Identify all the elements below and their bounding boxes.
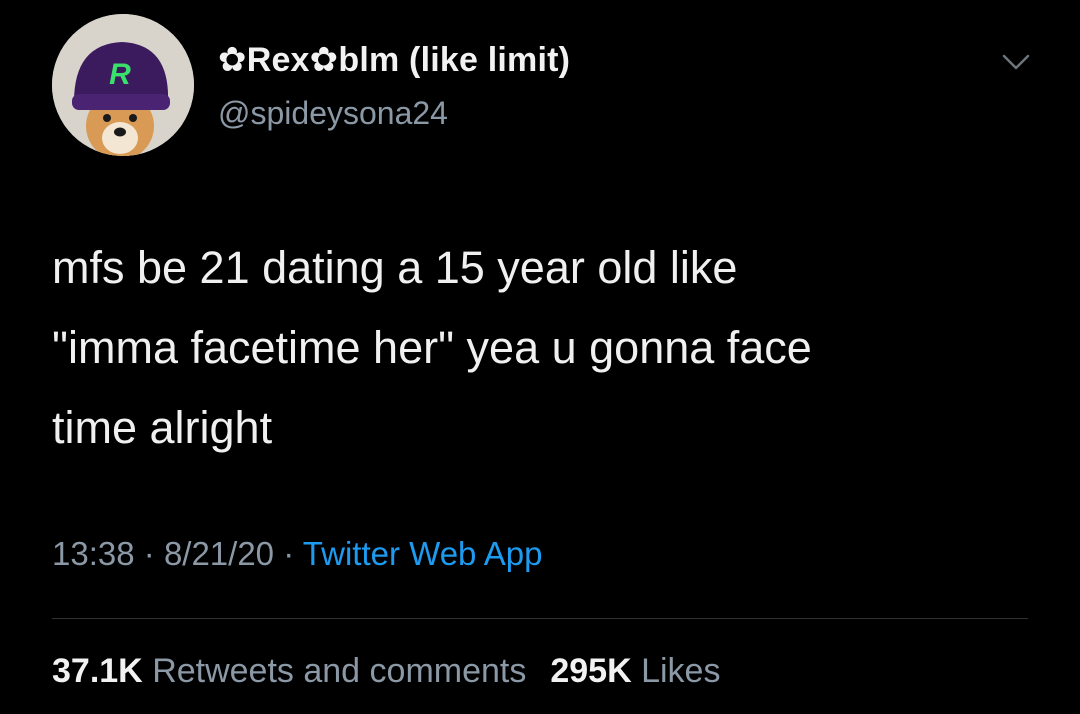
tweet-meta: 13:38 · 8/21/20 · Twitter Web App (52, 535, 542, 573)
author-display-name[interactable]: ✿Rex✿blm (like limit) (218, 40, 570, 80)
tweet-time: 13:38 (52, 535, 135, 572)
meta-separator: · (143, 535, 155, 572)
tweet-stats: 37.1K Retweets and comments 295K Likes (52, 652, 720, 691)
tweet-text-line: "imma facetime her" yea u gonna face (52, 322, 812, 373)
avatar-badge-letter: R (109, 58, 131, 91)
author-handle[interactable]: @spideysona24 (218, 95, 448, 132)
meta-separator: · (283, 535, 295, 572)
tweet-source-link[interactable]: Twitter Web App (303, 535, 543, 572)
tweet-text-line: mfs be 21 dating a 15 year old like (52, 242, 738, 293)
shiba-dog-in-purple-beanie-icon: R (52, 14, 194, 156)
likes-stat[interactable]: 295K Likes (550, 652, 720, 690)
tweet-text: mfs be 21 dating a 15 year old like "imm… (52, 228, 1042, 468)
likes-label: Likes (641, 652, 721, 690)
retweets-stat[interactable]: 37.1K Retweets and comments (52, 652, 526, 690)
tweet-card: R ✿Rex✿blm (like limit) @spideysona24 mf… (0, 0, 1080, 714)
avatar[interactable]: R (52, 14, 194, 156)
likes-count: 295K (550, 652, 632, 690)
tweet-text-line: time alright (52, 402, 273, 453)
retweets-count: 37.1K (52, 652, 143, 690)
retweets-label: Retweets and comments (152, 652, 527, 690)
chevron-down-icon[interactable] (1002, 52, 1030, 72)
divider (52, 618, 1028, 619)
tweet-date: 8/21/20 (163, 535, 275, 572)
